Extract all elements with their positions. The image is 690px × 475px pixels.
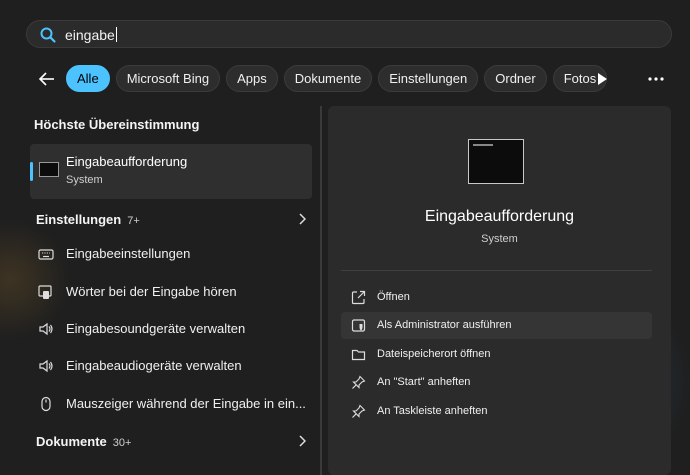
chip-ordner[interactable]: Ordner [484, 65, 547, 92]
best-match-title: Eingabeaufforderung [66, 154, 188, 169]
chip-microsoft-bing[interactable]: Microsoft Bing [115, 65, 221, 92]
speaker-icon [39, 322, 53, 336]
mouse-icon [41, 396, 51, 412]
text-caret [115, 27, 117, 42]
detail-divider [341, 270, 652, 271]
command-prompt-icon [468, 139, 524, 184]
chevron-right-icon[interactable] [298, 435, 306, 447]
settings-group-count: 7+ [127, 215, 140, 227]
documents-group-label: Dokumente [36, 434, 107, 449]
keyboard-icon [38, 249, 54, 260]
action-pin-start[interactable]: An "Start" anheften [341, 369, 652, 396]
action-label: Dateispeicherort öffnen [377, 348, 491, 360]
chip-apps[interactable]: Apps [226, 65, 278, 92]
selection-indicator [30, 162, 33, 181]
action-run-as-admin[interactable]: Als Administrator ausführen [341, 312, 652, 339]
list-item-label: Wörter bei der Eingabe hören [66, 284, 237, 299]
search-input[interactable]: eingabe [26, 20, 672, 48]
pane-divider[interactable] [320, 106, 322, 475]
pin-icon [352, 375, 366, 389]
best-match-heading: Höchste Übereinstimmung [34, 117, 200, 132]
narrator-icon [38, 285, 52, 299]
back-arrow-icon[interactable] [37, 69, 57, 89]
list-item[interactable]: Eingabeeinstellungen [36, 240, 310, 268]
list-item[interactable]: Eingabeaudiogeräte verwalten [36, 352, 310, 380]
list-item-label: Eingabeeinstellungen [66, 246, 191, 261]
results-list: Höchste Übereinstimmung Eingabeaufforder… [26, 106, 318, 475]
folder-icon [351, 349, 366, 361]
list-item[interactable]: Wörter bei der Eingabe hören [36, 278, 310, 306]
chip-alle[interactable]: Alle [66, 65, 110, 92]
list-item[interactable]: Eingabesoundgeräte verwalten [36, 315, 310, 343]
detail-subtitle: System [481, 233, 518, 245]
more-options-icon[interactable] [646, 72, 666, 86]
chip-dokumente[interactable]: Dokumente [283, 65, 373, 92]
list-item-label: Eingabesoundgeräte verwalten [66, 321, 246, 336]
best-match-subtitle: System [66, 174, 103, 186]
list-item-label: Eingabeaudiogeräte verwalten [66, 358, 242, 373]
action-label: An "Start" anheften [377, 376, 471, 388]
admin-shield-icon [351, 319, 366, 332]
settings-group-label: Einstellungen [36, 212, 122, 227]
action-label: An Taskleiste anheften [377, 405, 488, 417]
list-item-label: Mauszeiger während der Eingabe in ein... [66, 396, 306, 411]
settings-group-heading[interactable]: Einstellungen 7+ [36, 212, 140, 227]
documents-group-count: 30+ [112, 437, 132, 449]
action-label: Öffnen [377, 291, 410, 303]
detail-title: Eingabeaufforderung [424, 208, 575, 225]
chip-einstellungen[interactable]: Einstellungen [378, 65, 479, 92]
action-open[interactable]: Öffnen [341, 284, 652, 311]
open-icon [351, 290, 366, 305]
search-icon [40, 27, 56, 43]
filter-chips: Alle Microsoft Bing Apps Dokumente Einst… [66, 65, 608, 92]
pin-icon [352, 404, 366, 418]
chevron-right-icon[interactable] [298, 213, 306, 225]
action-label: Als Administrator ausführen [377, 319, 512, 331]
best-match-item[interactable]: Eingabeaufforderung System [30, 144, 312, 199]
play-icon[interactable] [596, 72, 608, 86]
command-prompt-icon [39, 162, 59, 177]
list-item[interactable]: Mauszeiger während der Eingabe in ein... [36, 390, 310, 418]
documents-group-heading[interactable]: Dokumente 30+ [36, 434, 131, 449]
action-pin-taskbar[interactable]: An Taskleiste anheften [341, 398, 652, 425]
action-open-location[interactable]: Dateispeicherort öffnen [341, 341, 652, 368]
search-query: eingabe [65, 27, 115, 43]
detail-pane: Eingabeaufforderung System Öffnen Als Ad… [328, 106, 671, 475]
speaker-icon [39, 359, 53, 373]
